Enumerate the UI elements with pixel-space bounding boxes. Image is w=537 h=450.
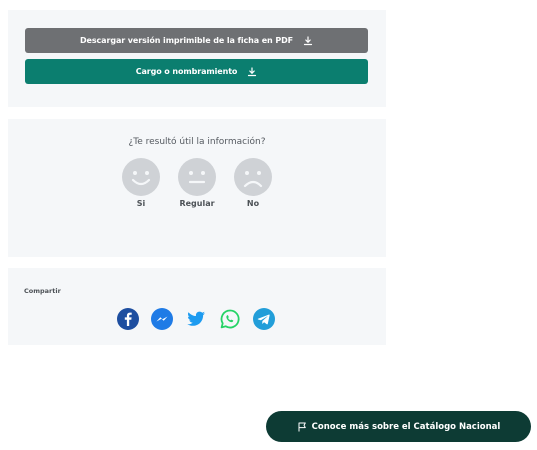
flag-icon — [298, 422, 306, 431]
facebook-icon[interactable] — [117, 308, 139, 330]
neutral-face-icon[interactable] — [178, 158, 216, 196]
smile-face-icon[interactable] — [122, 158, 160, 196]
download-cargo-label: Cargo o nombramiento — [135, 67, 238, 76]
twitter-icon[interactable] — [185, 308, 207, 330]
download-pdf-label: Descargar versión imprimible de la ficha… — [80, 36, 293, 45]
telegram-icon[interactable] — [253, 308, 275, 330]
feedback-label-si: Si — [136, 199, 146, 208]
download-card: Descargar versión imprimible de la ficha… — [8, 10, 386, 107]
share-title: Compartir — [24, 287, 61, 295]
feedback-label-regular: Regular — [179, 199, 215, 208]
feedback-card: ¿Te resultó útil la información? Si Regu… — [8, 119, 386, 257]
catalog-nacional-label: Conoce más sobre el Catálogo Nacional — [311, 421, 501, 432]
download-pdf-button[interactable]: Descargar versión imprimible de la ficha… — [25, 28, 368, 53]
download-icon — [303, 35, 313, 45]
feedback-label-no: No — [246, 199, 260, 208]
share-card: Compartir — [8, 268, 386, 345]
download-icon — [248, 66, 257, 76]
messenger-icon[interactable] — [151, 308, 173, 330]
download-cargo-button[interactable]: Cargo o nombramiento — [25, 59, 368, 84]
sad-face-icon[interactable] — [234, 158, 272, 196]
whatsapp-icon[interactable] — [219, 308, 241, 330]
catalog-nacional-button[interactable]: Conoce más sobre el Catálogo Nacional — [266, 411, 531, 442]
feedback-question: ¿Te resultó útil la información? — [128, 137, 266, 147]
